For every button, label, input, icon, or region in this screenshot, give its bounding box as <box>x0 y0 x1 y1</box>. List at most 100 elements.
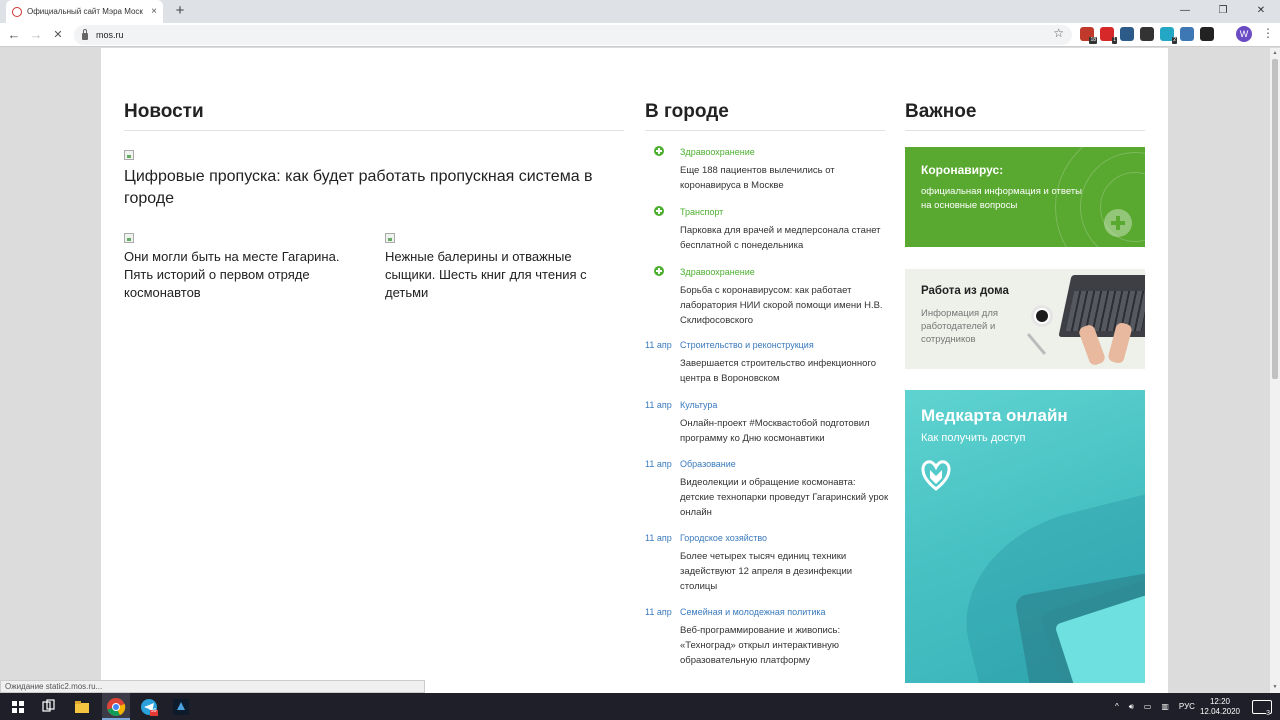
minimize-button[interactable]: — <box>1166 0 1204 23</box>
stop-loading-button[interactable]: ✕ <box>49 26 67 44</box>
city-news-category[interactable]: Образование <box>680 459 736 469</box>
windows-start-icon[interactable] <box>12 701 24 713</box>
news-main-headline[interactable]: Цифровые пропуска: как будет работать пр… <box>124 166 614 210</box>
news-item-title[interactable]: Нежные балерины и отважные сыщики. Шесть… <box>385 248 625 302</box>
tab-close-icon[interactable]: × <box>151 6 157 17</box>
close-window-button[interactable]: ✕ <box>1242 0 1280 23</box>
battery-icon[interactable]: ▭ <box>1144 702 1152 711</box>
work-banner-title: Работа из дома <box>921 285 1009 297</box>
browser-tab[interactable]: Официальный сайт Мэра Моск × <box>6 0 163 23</box>
city-news-category[interactable]: Транспорт <box>680 207 723 217</box>
lock-icon <box>82 28 88 40</box>
bookmark-star-icon[interactable]: ☆ <box>1053 26 1064 40</box>
scroll-thumb[interactable] <box>1272 59 1278 379</box>
important-divider <box>905 130 1145 131</box>
s-extension-icon[interactable] <box>1140 27 1154 41</box>
medcard-banner[interactable]: Медкарта онлайн Как получить доступ <box>905 390 1145 683</box>
city-news-title[interactable]: Видеолекции и обращение космонавта: детс… <box>680 475 890 520</box>
address-bar[interactable]: mos.ru ☆ <box>74 25 1072 45</box>
city-news-category[interactable]: Здравоохранение <box>680 267 755 277</box>
page-viewport: Новости В городе Важное Цифровые пропуск… <box>0 48 1270 693</box>
browser-menu-icon[interactable]: ⋮ <box>1262 26 1274 40</box>
city-news-date: 11 апр <box>645 607 672 617</box>
clock-date: 12.04.2020 <box>1199 706 1240 716</box>
new-tab-button[interactable]: + <box>172 2 188 20</box>
notifications-icon[interactable]: 3 <box>1252 699 1272 717</box>
city-news-date: 11 апр <box>645 340 672 350</box>
task-view-icon[interactable] <box>38 697 58 717</box>
work-banner-subtitle: Информация для работодателей и сотрудник… <box>921 308 999 345</box>
puzzle-icon[interactable] <box>1200 27 1214 41</box>
hand-illustration <box>1107 321 1133 365</box>
browser-toolbar: ← → ✕ mos.ru ☆ 18 1 2 W ⋮ <box>0 23 1280 47</box>
news-section-title[interactable]: Новости <box>124 101 204 123</box>
city-news-title[interactable]: Онлайн-проект #Москвастобой подготовил п… <box>680 416 890 446</box>
url-text[interactable]: mos.ru <box>96 30 124 40</box>
notifications-count: 3 <box>1266 709 1270 717</box>
medical-plus-icon <box>1104 209 1132 237</box>
windows-taskbar: 99 ^ 🔊︎ ▭ ▥ РУС 12:20 12.04.2020 3 <box>0 693 1280 720</box>
city-news-category[interactable]: Здравоохранение <box>680 147 755 157</box>
clock-time: 12:20 <box>1209 696 1230 706</box>
forward-button[interactable]: → <box>27 26 45 44</box>
file-explorer-icon[interactable] <box>72 697 92 717</box>
work-from-home-banner[interactable]: Работа из дома Информация для работодате… <box>905 269 1145 369</box>
chrome-icon[interactable] <box>106 697 126 717</box>
city-news-category[interactable]: Строительство и реконструкция <box>680 340 814 350</box>
language-indicator[interactable]: РУС <box>1179 702 1195 711</box>
system-tray: ^ 🔊︎ ▭ ▥ РУС 12:20 12.04.2020 3 <box>1110 693 1280 720</box>
coronavirus-banner[interactable]: Коронавирус: официальная информация и от… <box>905 147 1145 247</box>
city-news-title[interactable]: Более четырех тысяч единиц техники задей… <box>680 549 890 594</box>
profile-avatar[interactable]: W <box>1236 26 1252 42</box>
network-icon[interactable]: ▥ <box>1161 702 1169 711</box>
city-news-title[interactable]: Еще 188 пациентов вылечились от коронави… <box>680 163 890 193</box>
city-news-date: 11 апр <box>645 459 672 469</box>
page-content: Новости В городе Важное Цифровые пропуск… <box>101 48 1168 693</box>
shield-icon[interactable]: 1 <box>1100 27 1117 44</box>
extensions-area: 18 1 2 <box>1080 27 1214 44</box>
tab-title: Официальный сайт Мэра Моск <box>27 7 143 16</box>
telegram-icon[interactable] <box>139 697 159 717</box>
hand-illustration <box>1077 323 1107 367</box>
city-section-title[interactable]: В городе <box>645 101 729 123</box>
adblock-icon[interactable]: 18 <box>1080 27 1097 44</box>
news-item-image-icon[interactable] <box>385 233 395 243</box>
plus-circle-icon <box>654 266 664 276</box>
medcard-heart-icon <box>921 460 951 491</box>
scroll-up-icon[interactable]: ▲ <box>1272 50 1278 56</box>
city-news-date: 11 апр <box>645 400 672 410</box>
extension-badge: 1 <box>1112 37 1117 44</box>
tray-chevron-icon[interactable]: ^ <box>1115 702 1119 711</box>
translate-icon[interactable]: 2 <box>1160 27 1177 44</box>
telegram-badge: 99 <box>151 708 157 714</box>
city-news-category[interactable]: Городское хозяйство <box>680 533 767 543</box>
back-button[interactable]: ← <box>5 26 23 44</box>
photo-icon[interactable] <box>1180 27 1194 41</box>
loading-status: Ожидание static2.mos.ru... <box>0 680 425 693</box>
news-main-image-icon[interactable] <box>124 150 134 160</box>
plus-circle-icon <box>654 206 664 216</box>
maximize-button[interactable]: ❐ <box>1204 0 1242 23</box>
page-scrollbar[interactable]: ▲ ▼ <box>1270 48 1280 693</box>
window-controls: — ❐ ✕ <box>1166 0 1280 23</box>
city-news-date: 11 апр <box>645 533 672 543</box>
news-item-image-icon[interactable] <box>124 233 134 243</box>
news-item-title[interactable]: Они могли быть на месте Гагарина. Пять и… <box>124 248 364 302</box>
coffee-cup-illustration <box>1031 305 1053 327</box>
city-news-category[interactable]: Культура <box>680 400 717 410</box>
speaker-icon[interactable]: 🔊︎ <box>1129 702 1134 712</box>
city-news-category[interactable]: Семейная и молодежная политика <box>680 607 826 617</box>
coronavirus-banner-title: Коронавирус: <box>921 163 1004 177</box>
tab-bar: Официальный сайт Мэра Моск × + — ❐ ✕ <box>0 0 1280 23</box>
city-news-title[interactable]: Борьба с коронавирусом: как работает лаб… <box>680 283 890 328</box>
city-divider <box>645 130 885 131</box>
site-favicon-icon <box>12 6 22 17</box>
city-news-title[interactable]: Завершается строительство инфекционного … <box>680 356 890 386</box>
clock[interactable]: 12:20 12.04.2020 <box>1200 697 1240 717</box>
city-news-title[interactable]: Парковка для врачей и медперсонала стане… <box>680 223 890 253</box>
medcard-banner-title: Медкарта онлайн <box>921 406 1068 425</box>
monitor-icon[interactable] <box>1120 27 1134 41</box>
city-news-title[interactable]: Веб-программирование и живопись: «Техног… <box>680 623 890 668</box>
app-icon[interactable] <box>171 697 191 717</box>
scroll-down-icon[interactable]: ▼ <box>1272 684 1278 690</box>
